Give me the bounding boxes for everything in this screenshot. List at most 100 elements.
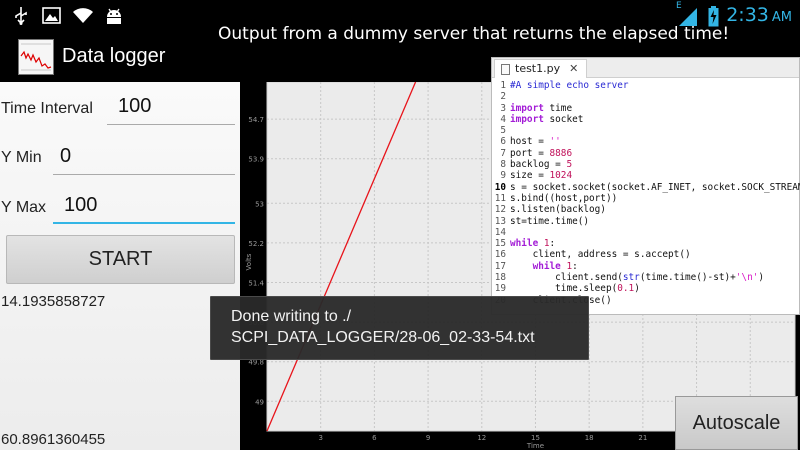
document-icon [501,63,510,75]
tab-test1-py[interactable]: test1.py ✕ [494,59,588,78]
code-line: 7 port = 8886 [492,148,799,159]
editor-tab-bar: test1.py ✕ [492,58,799,78]
line-number: 2 [500,91,506,103]
line-number: 3 [500,102,506,114]
y-tick-label: 49 [255,398,264,406]
status-clock: 2:33 AM [726,4,792,26]
x-tick-label: 21 [638,434,647,442]
code-area[interactable]: 1 #A simple echo server 2 3 import time 4 impo… [492,78,800,306]
code-text: import socket [510,113,584,125]
line-number: 13 [494,215,506,227]
y-tick-label: 53.9 [248,156,264,164]
android-icon [104,7,124,29]
y-max-underline [53,222,235,224]
code-line: 15 while 1: [492,238,799,249]
code-text: import time [510,102,573,114]
code-line: 18 client.send(str(time.time()-st)+'\n') [492,272,799,283]
x-tick-label: 12 [477,434,486,442]
x-tick-label: 9 [426,434,430,442]
code-line: 13 st=time.time() [492,216,799,227]
code-text: s = socket.socket(socket.AF_INET, socket… [510,181,800,193]
line-number: 7 [500,147,506,159]
x-tick-label: 15 [531,434,540,442]
code-text: while 1: [532,260,578,272]
code-line: 9 size = 1024 [492,170,799,181]
y-axis-label: Volts [245,253,253,270]
code-line: 6 host = '' [492,136,799,147]
clock-time: 2:33 [726,4,769,26]
code-line: 8 backlog = 5 [492,159,799,170]
line-number: 17 [494,260,506,272]
code-line: 16 client, address = s.accept() [492,249,799,260]
y-min-underline [53,174,235,175]
x-axis-label: Time [526,442,544,450]
clock-ampm: AM [771,10,792,25]
code-text: s.bind((host,port)) [510,192,618,204]
time-interval-label: Time Interval [1,100,93,117]
code-line: 3 import time [492,103,799,114]
y-min-input[interactable]: 0 [60,145,71,168]
code-line: 2 [492,91,799,102]
code-text: client, address = s.accept() [510,249,691,261]
line-number: 10 [494,181,506,193]
settings-panel: Time Interval 100 Y Min 0 Y Max 100 STAR… [0,82,240,450]
y-min-label: Y Min [1,149,42,166]
y-tick-label: 54.7 [248,116,264,124]
x-tick-label: 18 [585,434,594,442]
y-max-input[interactable]: 100 [64,194,97,217]
code-line: 12 s.listen(backlog) [492,204,799,215]
app-title: Data logger [62,45,166,67]
app-icon[interactable] [18,39,54,75]
elapsed-readout-top: 14.1935858727 [1,293,106,310]
code-text: size = 1024 [510,170,573,182]
line-number: 11 [494,192,506,204]
time-interval-underline [107,124,235,125]
toast-notification: Done writing to ./ SCPI_DATA_LOGGER/28-0… [210,296,589,360]
code-text: backlog = 5 [510,159,573,171]
line-number: 8 [500,159,506,171]
line-number: 9 [500,170,506,182]
line-number: 15 [494,238,506,250]
y-tick-label: 53 [255,200,264,208]
time-interval-input[interactable]: 100 [118,95,151,118]
wifi-icon [72,7,94,28]
code-text: client.send(str(time.time()-st)+'\n') [510,272,765,284]
code-text: time.sleep(0.1) [510,283,640,295]
tab-filename: test1.py [515,62,561,75]
line-number: 16 [494,249,506,261]
code-editor-window: test1.py ✕ 1 #A simple echo server 2 3 impor… [491,57,800,315]
x-tick-label: 3 [318,434,322,442]
code-text: st=time.time() [510,215,590,227]
code-line: 19 time.sleep(0.1) [492,283,799,294]
code-text: while 1: [510,238,556,250]
close-icon[interactable]: ✕ [569,60,578,78]
line-number: 4 [500,113,506,125]
y-max-label: Y Max [1,199,47,216]
start-button[interactable]: START [6,235,235,284]
y-tick-label: 51.4 [248,279,264,287]
image-icon [42,7,61,28]
code-text: #A simple echo server [510,80,629,91]
code-text: host = '' [510,136,561,148]
autoscale-button[interactable]: Autoscale [675,396,798,450]
code-text: s.listen(backlog) [510,204,606,216]
toast-line-2: SCPI_DATA_LOGGER/28-06_02-33-54.txt [231,329,535,346]
line-number: 6 [500,136,506,148]
code-text: port = 8886 [510,147,573,159]
line-number: 1 [500,80,506,91]
code-line: 10 s = socket.socket(socket.AF_INET, sock… [492,181,800,193]
code-line: 14 [492,227,799,238]
code-line: 11 s.bind((host,port)) [492,193,799,204]
caption-text: Output from a dummy server that returns … [218,24,730,44]
usb-icon [14,7,28,29]
code-line: 5 [492,125,799,136]
code-line: 4 import socket [492,114,799,125]
line-number: 12 [494,204,506,216]
elapsed-readout-bottom: 60.8961360455 [1,431,106,448]
toast-line-1: Done writing to ./ [231,308,352,325]
code-line: 1 #A simple echo server [492,80,799,91]
y-tick-label: 52.2 [248,240,264,248]
x-tick-label: 6 [372,434,377,442]
line-number: 5 [500,125,506,137]
line-number: 14 [494,226,506,238]
